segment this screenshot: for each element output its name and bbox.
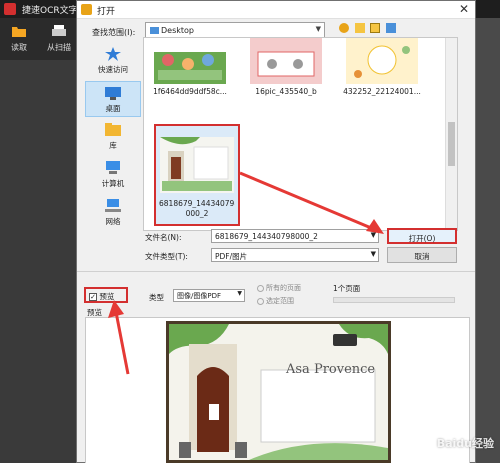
library-icon (105, 123, 121, 136)
up-folder-icon[interactable] (354, 23, 365, 33)
radio-all-pages[interactable]: 所有的页面 (257, 283, 301, 293)
file-list-scrollbar[interactable] (445, 38, 457, 230)
place-label: 计算机 (101, 179, 125, 188)
star-icon (105, 47, 121, 61)
dialog-titlebar: 打开 ✕ (77, 1, 475, 19)
file-item[interactable]: 16pic_435540_b (246, 38, 326, 96)
back-icon[interactable] (339, 23, 349, 33)
divider (77, 271, 475, 272)
look-in-value: Desktop (161, 26, 194, 35)
network-icon (105, 199, 121, 212)
preview-checkbox-label: 预览 (99, 292, 115, 301)
place-label: 库 (109, 141, 117, 150)
radio-range[interactable]: 选定范围 (257, 296, 294, 306)
file-name: 432252_22124001... (343, 87, 421, 96)
dialog-title: 打开 (97, 7, 116, 17)
file-item-selected[interactable]: 6818679_144340798 000_2 (154, 124, 240, 226)
desktop-icon (105, 87, 121, 100)
watermark: Baidu经验 (436, 437, 494, 450)
filename-label: 文件名(N): (145, 233, 182, 242)
app-logo-icon (4, 3, 16, 15)
read-button-label: 读取 (11, 43, 27, 52)
image-thumbnail (346, 38, 418, 84)
view-menu-icon[interactable] (385, 23, 396, 33)
place-label: 网络 (105, 217, 121, 226)
look-in-select[interactable]: Desktop ▼ (145, 22, 325, 38)
file-list[interactable]: 1f6464dd9ddf58c... 16pic_435540_b 432252… (143, 37, 458, 231)
chevron-down-icon: ▼ (237, 290, 242, 297)
radio-button[interactable] (257, 284, 264, 292)
radio-all-label: 所有的页面 (266, 284, 301, 292)
filename-value: 6818679_144340798000_2 (215, 232, 318, 241)
chevron-down-icon: ▼ (315, 25, 321, 33)
filetype-select[interactable]: PDF/图片 ▼ (211, 248, 379, 262)
image-thumbnail (250, 38, 322, 84)
open-button[interactable]: 打开(O) (387, 228, 457, 244)
image-thumbnail (160, 137, 234, 193)
open-file-dialog: 打开 ✕ 查找范围(I): Desktop ▼ 快速访问 桌面 库 计算机 网络… (76, 0, 476, 463)
type-select[interactable]: 图像/图像PDF ▼ (173, 289, 245, 302)
folder-open-icon (12, 27, 26, 37)
scan-button[interactable]: 从扫描 (40, 22, 78, 58)
place-label: 桌面 (105, 104, 121, 113)
chevron-down-icon: ▼ (370, 250, 376, 258)
dialog-app-icon (81, 4, 92, 15)
preview-checkbox[interactable]: ✓ 预览 (84, 287, 128, 303)
preview-image (166, 321, 391, 463)
filename-input[interactable]: 6818679_144340798000_2 ▼ (211, 229, 379, 243)
chevron-down-icon[interactable]: ▼ (371, 231, 376, 239)
file-item[interactable]: 432252_22124001... (342, 38, 422, 96)
file-name: 16pic_435540_b (255, 87, 317, 96)
read-button[interactable]: 读取 (2, 22, 36, 58)
image-thumbnail (154, 38, 226, 84)
file-name-line2: 000_2 (185, 209, 209, 218)
type-label: 类型 (149, 293, 164, 302)
place-quick-access[interactable]: 快速访问 (85, 43, 141, 79)
scan-button-label: 从扫描 (47, 43, 71, 52)
file-item[interactable]: 1f6464dd9ddf58c... (150, 38, 230, 96)
scrollbar-thumb[interactable] (448, 122, 455, 166)
app-workspace (0, 60, 80, 463)
cancel-button[interactable]: 取消 (387, 247, 457, 263)
scanner-icon (52, 25, 66, 36)
look-in-label: 查找范围(I): (92, 28, 136, 37)
page-range-bar (333, 297, 455, 303)
place-computer[interactable]: 计算机 (85, 157, 141, 193)
filetype-value: PDF/图片 (215, 252, 248, 261)
radio-button[interactable] (257, 297, 264, 305)
new-folder-icon[interactable] (370, 23, 381, 33)
file-name: 1f6464dd9ddf58c... (153, 87, 227, 96)
file-name-line1: 6818679_144340798 (159, 199, 235, 208)
filetype-label: 文件类型(T): (145, 252, 188, 261)
place-label: 快速访问 (98, 65, 128, 74)
place-network[interactable]: 网络 (85, 195, 141, 231)
page-count: 1个页面 (333, 284, 361, 293)
app-toolbar: 读取 从扫描 (0, 18, 80, 60)
places-bar: 快速访问 桌面 库 计算机 网络 (85, 39, 141, 229)
folder-icon (150, 27, 159, 34)
preview-area: Asa Provence (85, 317, 470, 463)
place-library[interactable]: 库 (85, 119, 141, 155)
close-icon[interactable]: ✕ (459, 2, 469, 16)
nav-icons (339, 23, 399, 33)
checkbox-box[interactable]: ✓ (89, 293, 97, 301)
radio-range-label: 选定范围 (266, 297, 294, 305)
preview-image-title: Asa Provence (286, 362, 376, 377)
type-value: 图像/图像PDF (177, 292, 221, 300)
place-desktop[interactable]: 桌面 (85, 81, 141, 117)
computer-icon (106, 161, 120, 174)
